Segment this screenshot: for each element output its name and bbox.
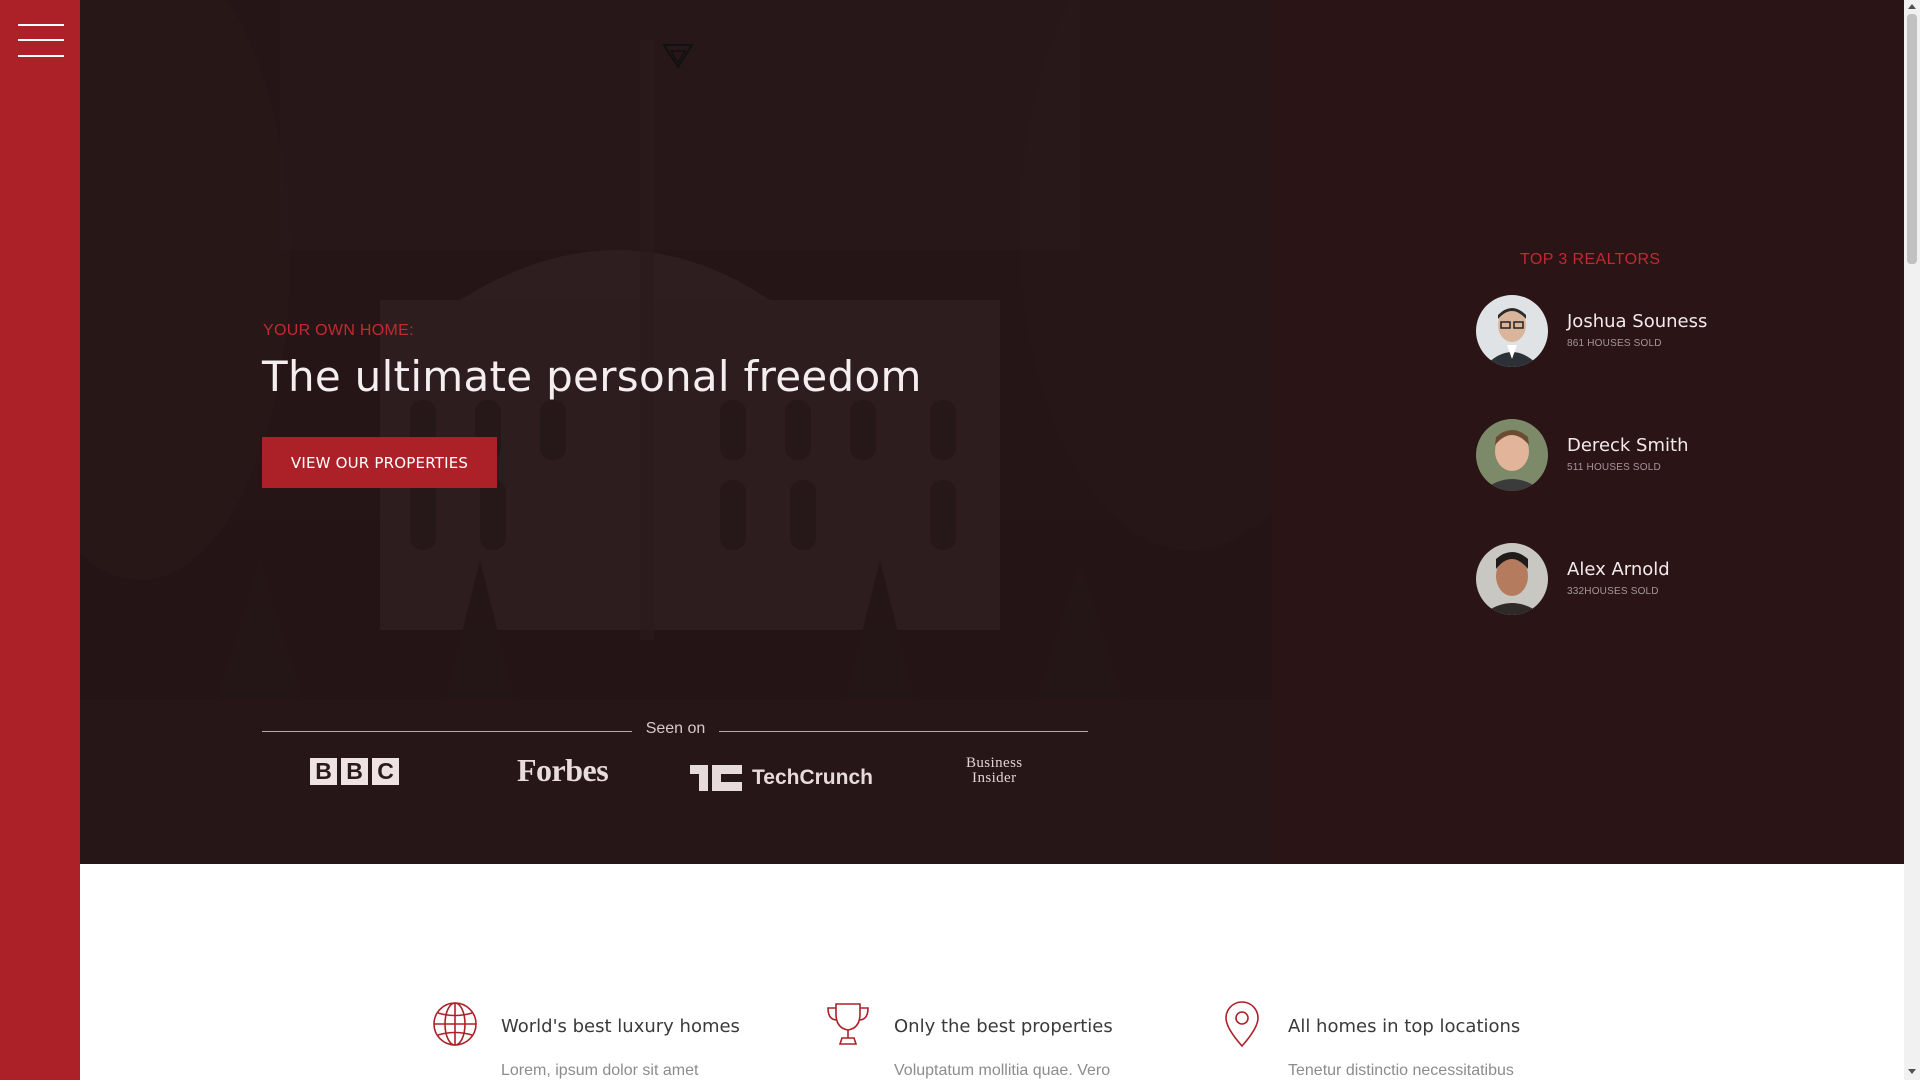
realtor-avatar — [1476, 419, 1548, 491]
techcrunch-logo: TechCrunch — [690, 758, 873, 798]
realtor-card[interactable]: Dereck Smith 511 HOUSES SOLD — [1476, 419, 1796, 491]
feature-text: Voluptatum mollitia quae. Vero — [894, 1062, 1111, 1079]
techcrunch-wordmark: TechCrunch — [752, 766, 873, 789]
realtor-houses-sold: 332HOUSES SOLD — [1567, 586, 1659, 597]
realtor-name: Joshua Souness — [1567, 311, 1708, 332]
realtor-avatar — [1476, 295, 1548, 367]
menu-line — [18, 55, 64, 57]
feature-best-properties: Only the best properties Voluptatum moll… — [824, 1000, 1184, 1080]
globe-icon — [433, 1002, 477, 1046]
bbc-letter: B — [310, 758, 337, 785]
top-realtors-heading: TOP 3 REALTORS — [1520, 251, 1661, 268]
top-realtors-panel: TOP 3 REALTORS Joshua Souness 861 HOUSES… — [1272, 0, 1904, 864]
divider-line — [262, 731, 632, 732]
forbes-logo: Forbes — [517, 752, 609, 788]
feature-text: Lorem, ipsum dolor sit amet — [501, 1062, 699, 1079]
scroll-thumb[interactable] — [1907, 14, 1917, 264]
menu-line — [18, 39, 64, 41]
divider-line — [719, 731, 1088, 732]
menu-line — [18, 24, 64, 26]
seen-on-label: Seen on — [645, 720, 706, 737]
realtor-houses-sold: 511 HOUSES SOLD — [1567, 462, 1661, 473]
sidebar — [0, 0, 80, 1080]
feature-top-locations: All homes in top locations Tenetur disti… — [1218, 1000, 1578, 1080]
view-properties-button[interactable]: VIEW OUR PROPERTIES — [262, 437, 497, 488]
feature-title: World's best luxury homes — [501, 1016, 740, 1037]
feature-luxury-homes: World's best luxury homes Lorem, ipsum d… — [431, 1000, 791, 1080]
realtor-houses-sold: 861 HOUSES SOLD — [1567, 338, 1662, 349]
realtor-name: Dereck Smith — [1567, 435, 1689, 456]
realtor-card[interactable]: Joshua Souness 861 HOUSES SOLD — [1476, 295, 1796, 367]
seen-on-divider: Seen on — [262, 718, 1088, 744]
bbc-letter: B — [341, 758, 368, 785]
feature-title: Only the best properties — [894, 1016, 1113, 1037]
scroll-down-arrow-icon[interactable] — [1908, 1069, 1916, 1074]
bbc-letter: C — [372, 758, 399, 785]
realtor-avatar — [1476, 543, 1548, 615]
realtor-name: Alex Arnold — [1567, 559, 1670, 580]
triangle-logo-icon[interactable] — [662, 42, 694, 70]
feature-title: All homes in top locations — [1288, 1016, 1521, 1037]
hero-headline: The ultimate personal freedom — [262, 352, 922, 401]
page-scrollbar[interactable] — [1904, 0, 1920, 1080]
techcrunch-mark-icon — [690, 765, 742, 791]
realtor-card[interactable]: Alex Arnold 332HOUSES SOLD — [1476, 543, 1796, 615]
scroll-up-arrow-icon[interactable] — [1908, 4, 1916, 9]
hero-section: YOUR OWN HOME: The ultimate personal fre… — [80, 0, 1272, 864]
trophy-icon — [827, 1003, 869, 1045]
hamburger-icon[interactable] — [18, 24, 64, 58]
map-pin-icon — [1225, 1001, 1259, 1048]
feature-text: Tenetur distinctio necessitatibus — [1288, 1062, 1514, 1079]
bi-line-2: Insider — [972, 770, 1017, 786]
hero-eyebrow: YOUR OWN HOME: — [263, 322, 414, 339]
bbc-logo: B B C — [310, 758, 399, 798]
bi-line-1: Business — [966, 755, 1023, 771]
business-insider-logo: Business Insider — [966, 756, 1023, 796]
